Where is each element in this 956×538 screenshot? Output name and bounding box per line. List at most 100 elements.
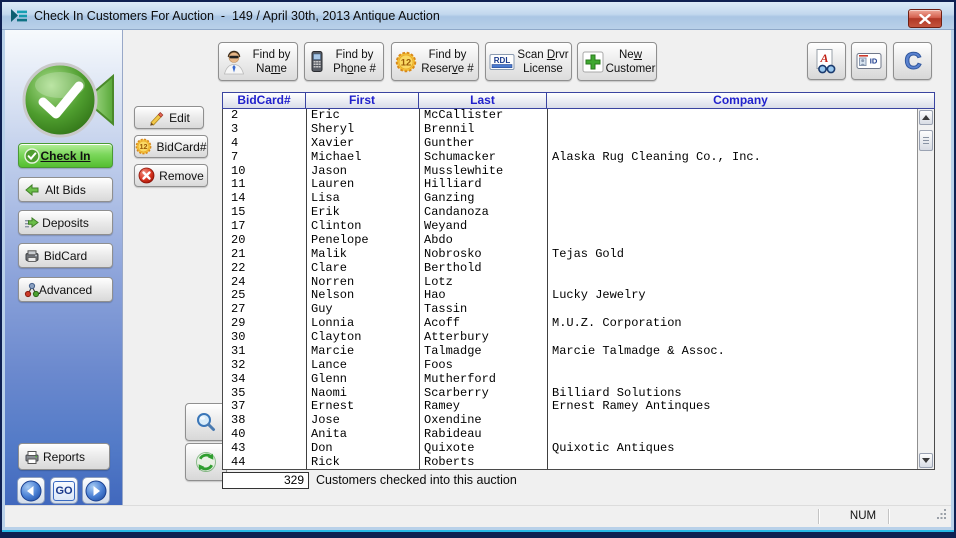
column-header-bidcard[interactable]: BidCard# — [223, 93, 306, 108]
table-row[interactable]: 7 Michael Schumacker Alaska Rug Cleaning… — [223, 151, 917, 165]
table-header: BidCard# First Last Company — [222, 92, 935, 109]
scan-license-button[interactable]: RDL Scan Drvr License — [485, 42, 572, 81]
table-row[interactable]: 29 Lonnia Acoff M.U.Z. Corporation — [223, 317, 917, 331]
table-row[interactable]: 25 Nelson Hao Lucky Jewelry — [223, 289, 917, 303]
table-row[interactable]: 44 Rick Roberts — [223, 456, 917, 469]
bidcard-number-button[interactable]: 12 BidCard# — [134, 135, 208, 158]
cell-bidcard: 27 — [223, 303, 306, 317]
refresh-button[interactable] — [185, 443, 227, 481]
go-button[interactable]: GO — [50, 477, 78, 504]
cell-company — [547, 109, 917, 123]
table-row[interactable]: 11 Lauren Hilliard — [223, 178, 917, 192]
cell-company — [547, 165, 917, 179]
table-row[interactable]: 3 Sheryl Brennil — [223, 123, 917, 137]
sidebar-item-deposits[interactable]: Deposits — [18, 210, 113, 235]
cell-bidcard: 32 — [223, 359, 306, 373]
resize-grip-icon[interactable] — [936, 506, 947, 524]
remove-button[interactable]: Remove — [134, 164, 208, 187]
checked-in-count-label: Customers checked into this auction — [316, 473, 517, 487]
cell-last: Schumacker — [419, 151, 547, 165]
cell-bidcard: 2 — [223, 109, 306, 123]
table-row[interactable]: 40 Anita Rabideau — [223, 428, 917, 442]
cell-last: Foos — [419, 359, 547, 373]
find-by-reserve-button[interactable]: 12 Find by Reserve # — [391, 42, 479, 81]
table-row[interactable]: 34 Glenn Mutherford — [223, 373, 917, 387]
cell-last: Acoff — [419, 317, 547, 331]
edit-button[interactable]: Edit — [134, 106, 204, 129]
table-row[interactable]: 43 Don Quixote Quixotic Antiques — [223, 442, 917, 456]
table-row[interactable]: 21 Malik Nobrosko Tejas Gold — [223, 248, 917, 262]
checked-in-count-field[interactable]: 329 — [222, 472, 309, 489]
table-row[interactable]: 32 Lance Foos — [223, 359, 917, 373]
close-icon — [919, 14, 931, 24]
table-row[interactable]: 31 Marcie Talmadge Marcie Talmadge & Ass… — [223, 345, 917, 359]
c-button[interactable]: C — [893, 42, 932, 80]
column-header-last[interactable]: Last — [419, 93, 547, 108]
svg-text:RDL: RDL — [494, 56, 511, 65]
table-row[interactable]: 35 Naomi Scarberry Billiard Solutions — [223, 387, 917, 401]
cell-company — [547, 206, 917, 220]
reports-button[interactable]: Reports — [18, 443, 110, 470]
cell-bidcard: 35 — [223, 387, 306, 401]
cell-bidcard: 20 — [223, 234, 306, 248]
find-letter-button[interactable]: A — [807, 42, 846, 80]
table-row[interactable]: 10 Jason Musslewhite — [223, 165, 917, 179]
sidebar-item-alt-bids[interactable]: Alt Bids — [18, 177, 113, 202]
sidebar-item-bidcard[interactable]: BidCard — [18, 243, 113, 268]
status-divider — [818, 509, 819, 524]
sidebar-item-advanced[interactable]: Advanced — [18, 277, 113, 302]
cell-first: Lisa — [306, 192, 419, 206]
scan-id-button[interactable]: ID — [851, 42, 887, 80]
cell-last: Ganzing — [419, 192, 547, 206]
cell-company — [547, 331, 917, 345]
column-header-first[interactable]: First — [306, 93, 419, 108]
cell-bidcard: 37 — [223, 400, 306, 414]
table-row[interactable]: 22 Clare Berthold — [223, 262, 917, 276]
check-in-mode-icon — [19, 60, 119, 145]
arrow-left-circle-icon — [20, 480, 42, 502]
table-row[interactable]: 38 Jose Oxendine — [223, 414, 917, 428]
scroll-down-button[interactable] — [919, 453, 933, 468]
table-row[interactable]: 4 Xavier Gunther — [223, 137, 917, 151]
person-icon — [222, 49, 246, 75]
find-by-phone-button[interactable]: Find by Phone # — [304, 42, 384, 81]
table-row[interactable]: 15 Erik Candanoza — [223, 206, 917, 220]
table-row[interactable]: 14 Lisa Ganzing — [223, 192, 917, 206]
cell-last: Lotz — [419, 276, 547, 290]
cell-company — [547, 359, 917, 373]
num-lock-indicator: NUM — [833, 510, 893, 522]
scroll-up-button[interactable] — [919, 110, 933, 125]
main-content: Check In Alt Bids Deposits BidCard — [2, 30, 954, 527]
cell-company — [547, 276, 917, 290]
cell-last: Berthold — [419, 262, 547, 276]
sidebar-item-check-in[interactable]: Check In — [18, 143, 113, 168]
cell-last: Nobrosko — [419, 248, 547, 262]
table-row[interactable]: 24 Norren Lotz — [223, 276, 917, 290]
vertical-scrollbar[interactable] — [917, 109, 934, 469]
add-plus-icon — [581, 50, 605, 74]
new-customer-button[interactable]: New Customer — [577, 42, 657, 81]
previous-button[interactable] — [17, 477, 45, 504]
find-by-name-button[interactable]: Find by Name — [218, 42, 298, 81]
cell-bidcard: 4 — [223, 137, 306, 151]
arrow-down-icon — [922, 458, 930, 463]
table-row[interactable]: 17 Clinton Weyand — [223, 220, 917, 234]
window-title: Check In Customers For Auction - 149 / A… — [34, 9, 440, 23]
scrollbar-thumb[interactable] — [919, 130, 933, 151]
search-button[interactable] — [185, 403, 227, 441]
button-label: Edit — [169, 111, 190, 125]
table-row[interactable]: 37 Ernest Ramey Ernest Ramey Antinques — [223, 400, 917, 414]
cell-bidcard: 11 — [223, 178, 306, 192]
table-row[interactable]: 2 Eric McCallister — [223, 109, 917, 123]
close-button[interactable] — [908, 9, 942, 28]
cell-company — [547, 178, 917, 192]
column-header-company[interactable]: Company — [547, 93, 934, 108]
cell-bidcard: 25 — [223, 289, 306, 303]
check-circle-icon — [24, 148, 40, 167]
table-row[interactable]: 20 Penelope Abdo — [223, 234, 917, 248]
card-printer-icon — [24, 248, 40, 267]
table-row[interactable]: 27 Guy Tassin — [223, 303, 917, 317]
grid-line — [306, 109, 307, 469]
next-button[interactable] — [82, 477, 110, 504]
table-row[interactable]: 30 Clayton Atterbury — [223, 331, 917, 345]
